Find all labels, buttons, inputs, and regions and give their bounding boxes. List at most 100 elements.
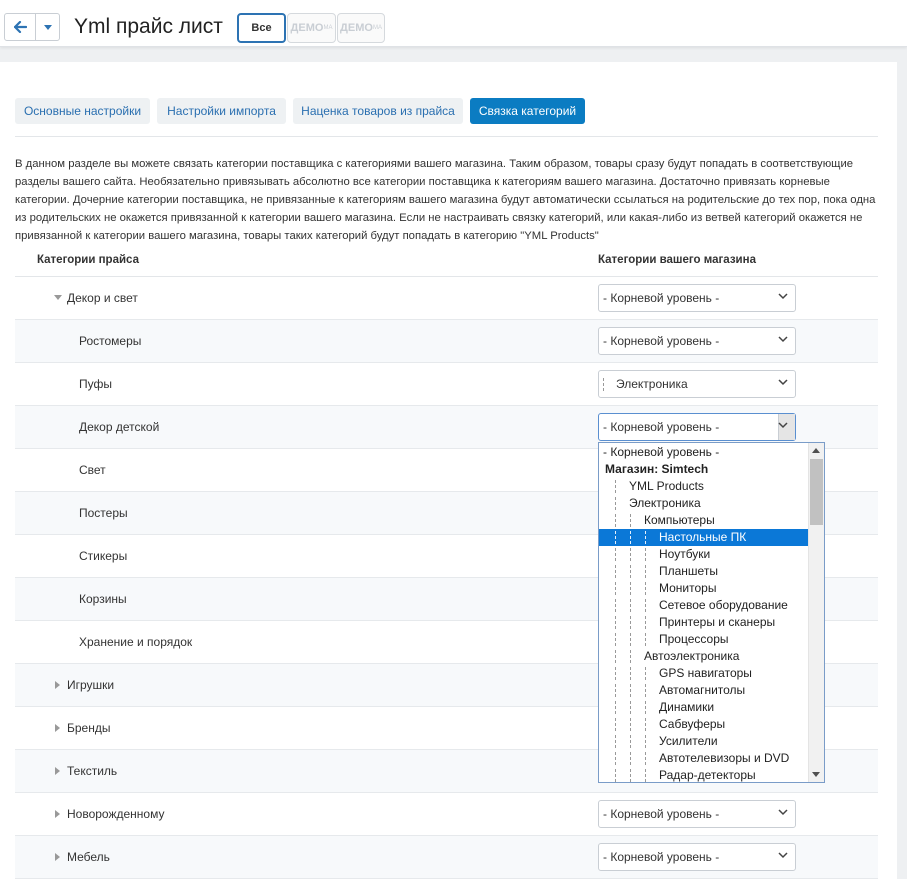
section-description: В данном разделе вы можете связать катег… [15, 158, 876, 242]
table-row: Декор и свет - Корневой уровень - [15, 277, 878, 320]
dropdown-option[interactable]: Сетевое оборудование [599, 597, 809, 614]
tree-guide-icon [615, 735, 616, 748]
dropdown-option[interactable]: Планшеты [599, 563, 809, 580]
dropdown-option[interactable]: Радар-детекторы [599, 767, 809, 782]
select-value: - Корневой уровень - [603, 420, 720, 434]
tree-guide-icon [615, 633, 616, 646]
tab-main-settings[interactable]: Основные настройки [15, 98, 150, 124]
tree-guide-icon [630, 718, 631, 731]
store-category-select[interactable]: - Корневой уровень - [598, 284, 796, 312]
category-label: Декор детской [79, 420, 160, 434]
dropdown-option[interactable]: Усилители [599, 733, 809, 750]
tree-guide-icon [630, 531, 631, 544]
dropdown-option-label: Сабвуферы [659, 717, 726, 731]
dropdown-option[interactable]: Автоэлектроника [599, 648, 809, 665]
caret-right-icon[interactable] [55, 810, 60, 818]
caret-right-icon[interactable] [55, 681, 60, 689]
dropdown-option-label: Радар-детекторы [659, 768, 756, 782]
caret-down-icon[interactable] [54, 295, 62, 300]
tree-guide-icon [615, 769, 616, 782]
tree-guide-icon [630, 548, 631, 561]
column-header-price-categories: Категории прайса [37, 254, 139, 266]
dropdown-option-label: Принтеры и сканеры [659, 615, 776, 629]
chevron-down-icon [778, 809, 788, 816]
tree-guide-icon [615, 667, 616, 680]
category-label: Декор и свет [67, 291, 138, 305]
tree-guide-icon [615, 718, 616, 731]
select-value: Электроника [616, 377, 688, 391]
history-dropdown-button[interactable] [36, 14, 59, 40]
tree-guide-icon [645, 616, 646, 629]
dropdown-option[interactable]: Автотелевизоры и DVD [599, 750, 809, 767]
caret-right-icon[interactable] [55, 853, 60, 861]
tree-guide-icon [645, 701, 646, 714]
dropdown-option-selected[interactable]: Настольные ПК [599, 529, 809, 546]
tree-guide-icon [630, 565, 631, 578]
tree-guide-icon [630, 514, 631, 527]
dropdown-option[interactable]: - Корневой уровень - [599, 444, 809, 461]
table-row: Мебель - Корневой уровень - [15, 836, 878, 879]
language-demo-label-1: ДЕМО [290, 22, 324, 34]
dropdown-option[interactable]: Автомагнитолы [599, 682, 809, 699]
category-label: Корзины [79, 592, 127, 606]
language-demo-sup-2: MA [372, 25, 382, 31]
tree-guide-icon [630, 582, 631, 595]
dropdown-option-label: Планшеты [659, 564, 718, 578]
store-category-select[interactable]: - Корневой уровень - [598, 327, 796, 355]
dropdown-option-label: Автоэлектроника [644, 649, 740, 663]
language-demo-button-1[interactable]: ДЕМО MA [287, 13, 336, 43]
store-category-select[interactable]: - Корневой уровень - [598, 843, 796, 871]
category-label: Ростомеры [79, 334, 142, 348]
tree-guide-icon [615, 565, 616, 578]
dropdown-option[interactable]: Сабвуферы [599, 716, 809, 733]
scrollbar-thumb[interactable] [810, 459, 823, 525]
page-title: Yml прайс лист [74, 15, 223, 38]
tree-guide-icon [645, 718, 646, 731]
arrow-left-icon [13, 21, 27, 33]
table-row: Ростомеры - Корневой уровень - [15, 320, 878, 363]
tab-category-binding[interactable]: Связка категорий [470, 98, 585, 124]
dropdown-scrollbar[interactable] [808, 443, 824, 782]
tab-price-markup[interactable]: Наценка товаров из прайса [293, 98, 463, 124]
dropdown-option[interactable]: Компьютеры [599, 512, 809, 529]
tree-guide-icon [615, 582, 616, 595]
dropdown-option-label: Электроника [629, 496, 701, 510]
store-category-select[interactable]: Электроника [598, 370, 796, 398]
dropdown-option-label: Динамики [659, 700, 715, 714]
dropdown-option[interactable]: Процессоры [599, 631, 809, 648]
dropdown-option-label: Автотелевизоры и DVD [659, 751, 790, 765]
dropdown-option[interactable]: Электроника [599, 495, 809, 512]
category-label: Бренды [67, 721, 111, 735]
tree-guide-icon [630, 633, 631, 646]
select-value: - Корневой уровень - [603, 807, 720, 821]
category-label: Мебель [67, 850, 110, 864]
language-all-button[interactable]: Все [237, 13, 286, 43]
tab-import-settings[interactable]: Настройки импорта [157, 98, 286, 124]
tree-guide-icon [615, 650, 616, 663]
language-demo-button-2[interactable]: ДЕМО MA [337, 13, 385, 43]
dropdown-option[interactable]: Мониторы [599, 580, 809, 597]
scroll-down-arrow-icon[interactable] [812, 772, 820, 777]
tree-guide-icon [645, 582, 646, 595]
dropdown-option[interactable]: GPS навигаторы [599, 665, 809, 682]
chevron-down-icon [778, 379, 788, 386]
dropdown-option-label: Мониторы [659, 581, 717, 595]
tree-guide-icon [615, 497, 616, 510]
dropdown-option[interactable]: Ноутбуки [599, 546, 809, 563]
dropdown-option[interactable]: Динамики [599, 699, 809, 716]
chevron-down-icon [778, 852, 788, 859]
category-dropdown-list[interactable]: - Корневой уровень - Магазин: Simtech YM… [598, 442, 825, 783]
tree-guide-icon [630, 752, 631, 765]
table-row: Новорожденному - Корневой уровень - [15, 793, 878, 836]
store-category-select[interactable]: - Корневой уровень - [598, 800, 796, 828]
caret-right-icon[interactable] [55, 767, 60, 775]
tree-guide-icon [615, 616, 616, 629]
dropdown-option[interactable]: Принтеры и сканеры [599, 614, 809, 631]
caret-right-icon[interactable] [55, 724, 60, 732]
store-category-select-open[interactable]: - Корневой уровень - [598, 413, 796, 441]
back-button[interactable] [5, 14, 36, 40]
scroll-up-arrow-icon[interactable] [812, 448, 820, 453]
back-button-group [4, 13, 60, 41]
tree-guide-icon [615, 531, 616, 544]
dropdown-option[interactable]: YML Products [599, 478, 809, 495]
